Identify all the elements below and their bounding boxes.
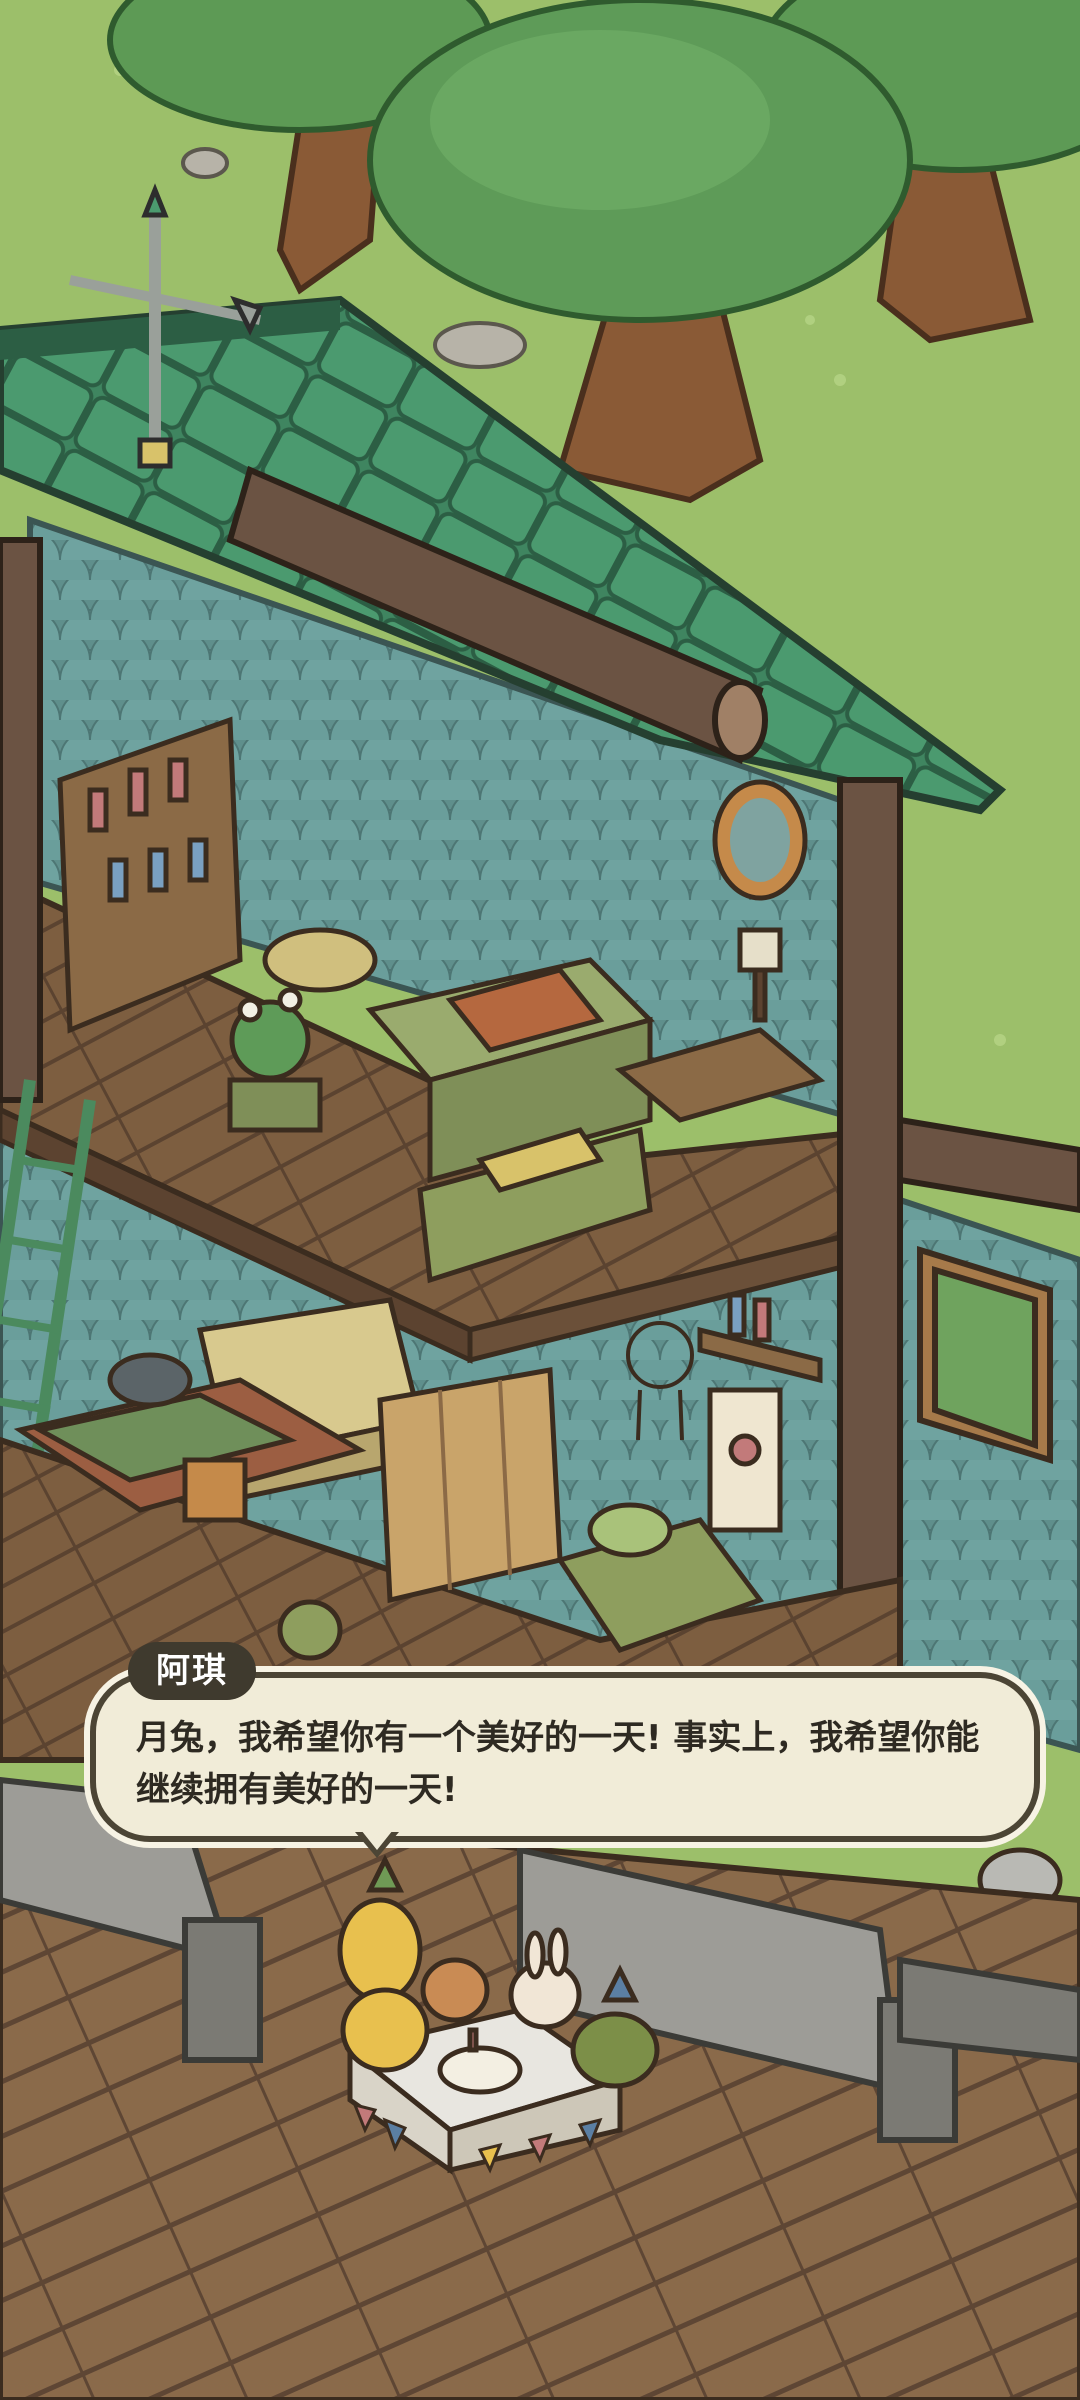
post — [837, 777, 903, 1683]
railing-post — [182, 1917, 263, 2063]
framed-picture — [712, 779, 808, 901]
ottoman — [262, 927, 378, 993]
hanging-scroll — [707, 1387, 783, 1533]
rock — [181, 147, 229, 179]
post — [0, 537, 43, 1103]
fox — [420, 1957, 490, 2023]
telephone — [107, 1352, 193, 1408]
rock — [433, 321, 527, 369]
kettle — [277, 1599, 343, 1661]
house-illustration — [0, 0, 1080, 2400]
speaker-name: 阿琪 — [128, 1642, 256, 1700]
folding-screen — [377, 1367, 563, 1604]
wall-painting — [917, 1245, 1053, 1465]
dialogue-text: 月兔，我希望你有一个美好的一天! 事实上，我希望你能继续拥有美好的一天! — [136, 1718, 980, 1810]
dialogue-box[interactable]: 阿琪 月兔，我希望你有一个美好的一天! 事实上，我希望你能继续拥有美好的一天! — [90, 1642, 1040, 1858]
dialogue-tail-fill — [361, 1830, 393, 1850]
game-scene[interactable]: 阿琪 月兔，我希望你有一个美好的一天! 事实上，我希望你能继续拥有美好的一天! — [0, 0, 1080, 2400]
